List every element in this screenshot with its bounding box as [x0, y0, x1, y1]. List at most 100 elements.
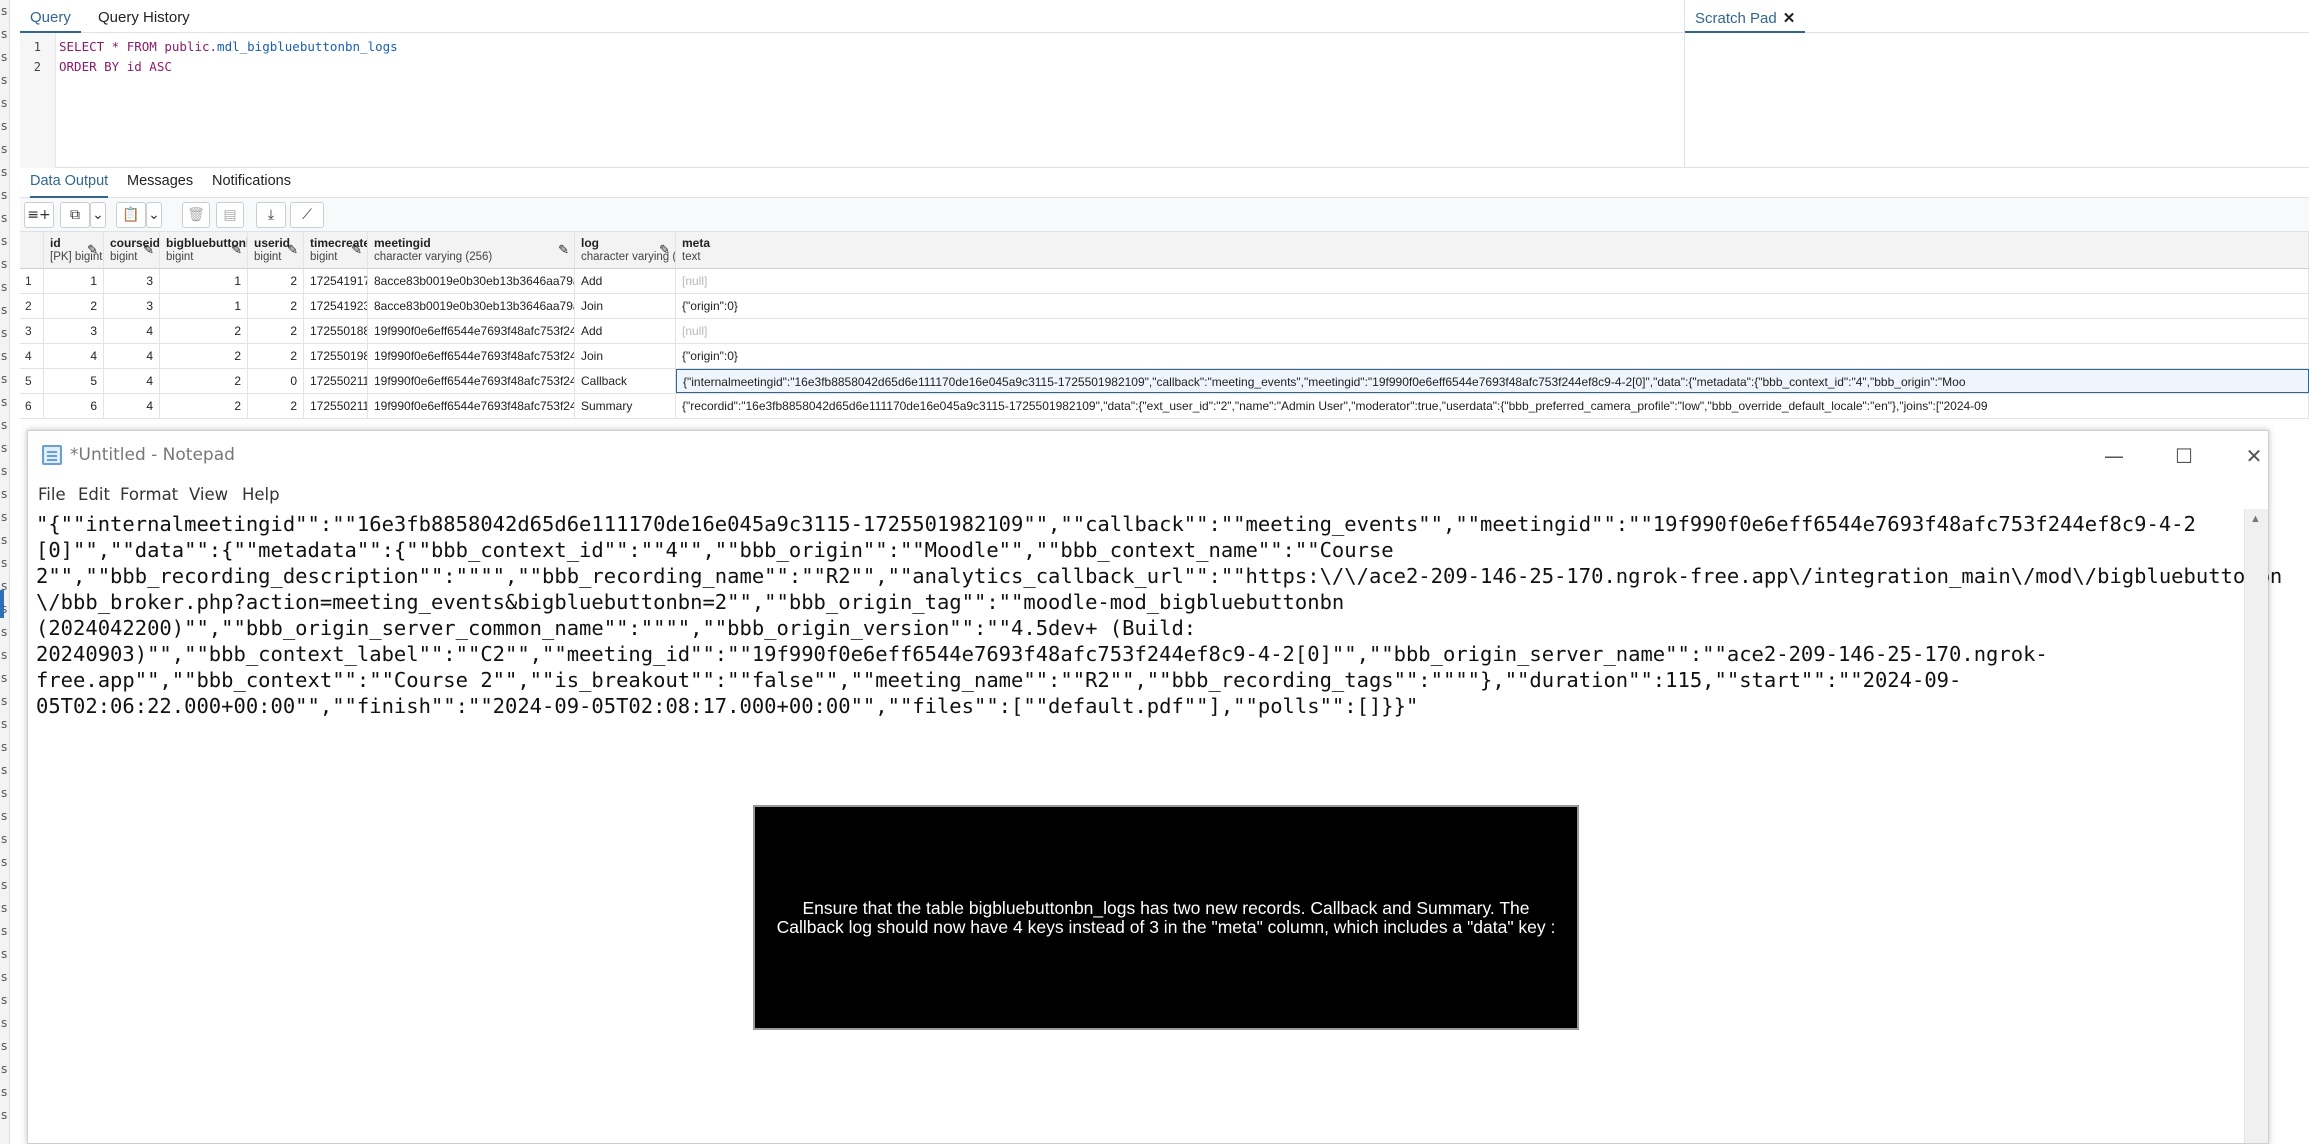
cell-courseid[interactable]: 4 — [104, 319, 160, 343]
menu-edit[interactable]: Edit — [78, 485, 110, 504]
row-number[interactable]: 1 — [20, 269, 44, 293]
column-header-log[interactable]: logcharacter varying (32)✎ — [575, 232, 676, 268]
cell-bbbid[interactable]: 2 — [160, 344, 248, 368]
cell-meetingid[interactable]: 19f990f0e6eff6544e7693f48afc753f244ef8c9… — [368, 369, 575, 393]
scroll-up-icon[interactable]: ▲ — [2250, 513, 2261, 525]
delete-icon[interactable]: 🗑 — [182, 202, 210, 228]
cell-meta[interactable]: {"origin":0} — [676, 294, 2309, 318]
notepad-text-area[interactable]: "{""internalmeetingid"":""16e3fb8858042d… — [36, 511, 2282, 719]
table-row[interactable]: 2231217254192358acce83b0019e0b30eb13b364… — [20, 294, 2309, 319]
graph-icon[interactable]: ⟋ — [290, 202, 324, 228]
vertical-scrollbar[interactable]: ▲ — [2244, 509, 2268, 1143]
column-header-bigbluebuttonbnid[interactable]: bigbluebuttonbnidbigint ✎ — [160, 232, 248, 268]
cell-courseid[interactable]: 4 — [104, 394, 160, 418]
cell-time[interactable]: 1725501888 — [304, 319, 368, 343]
cell-meetingid[interactable]: 19f990f0e6eff6544e7693f48afc753f244ef8c9 — [368, 319, 575, 343]
cell-id[interactable]: 5 — [44, 369, 104, 393]
cell-bbbid[interactable]: 1 — [160, 294, 248, 318]
paste-icon[interactable]: 📋 — [116, 202, 146, 228]
tab-query-history[interactable]: Query History — [88, 0, 200, 33]
table-row[interactable]: 33422172550188819f990f0e6eff6544e7693f48… — [20, 319, 2309, 344]
cell-log[interactable]: Callback — [575, 369, 676, 393]
column-header-userid[interactable]: userid bigint ✎ — [248, 232, 304, 268]
cell-id[interactable]: 2 — [44, 294, 104, 318]
copy-icon[interactable]: ⧉ — [60, 202, 90, 228]
table-row[interactable]: 1131217254191758acce83b0019e0b30eb13b364… — [20, 269, 2309, 294]
cell-bbbid[interactable]: 1 — [160, 269, 248, 293]
cell-meetingid[interactable]: 8acce83b0019e0b30eb13b3646aa79a339d6b791… — [368, 294, 575, 318]
cell-time[interactable]: 1725502114 — [304, 394, 368, 418]
notepad-titlebar[interactable]: *Untitled - Notepad — ☐ ✕ — [28, 431, 2268, 481]
cell-id[interactable]: 6 — [44, 394, 104, 418]
cell-meta[interactable]: [null] — [676, 319, 2309, 343]
cell-userid[interactable]: 2 — [248, 344, 304, 368]
cell-log[interactable]: Summary — [575, 394, 676, 418]
menu-help[interactable]: Help — [242, 485, 280, 504]
cell-meetingid[interactable]: 8acce83b0019e0b30eb13b3646aa79a339d6b791 — [368, 269, 575, 293]
cell-log[interactable]: Join — [575, 294, 676, 318]
edit-column-icon[interactable]: ✎ — [659, 242, 670, 258]
cell-userid[interactable]: 2 — [248, 319, 304, 343]
edit-column-icon[interactable]: ✎ — [231, 242, 242, 258]
minimize-icon[interactable]: — — [2094, 441, 2134, 471]
cell-id[interactable]: 4 — [44, 344, 104, 368]
close-icon[interactable]: ✕ — [2234, 441, 2274, 471]
cell-log[interactable]: Join — [575, 344, 676, 368]
cell-userid[interactable]: 2 — [248, 394, 304, 418]
column-header-timecreated[interactable]: timecreatedbigint✎ — [304, 232, 368, 268]
edit-column-icon[interactable]: ✎ — [558, 242, 569, 258]
cell-log[interactable]: Add — [575, 319, 676, 343]
row-number[interactable]: 3 — [20, 319, 44, 343]
cell-meta[interactable]: {"origin":0} — [676, 344, 2309, 368]
maximize-icon[interactable]: ☐ — [2164, 441, 2204, 471]
edit-column-icon[interactable]: ✎ — [143, 242, 154, 258]
table-row[interactable]: 55420172550211419f990f0e6eff6544e7693f48… — [20, 369, 2309, 394]
cell-meta[interactable]: [null] — [676, 269, 2309, 293]
edit-column-icon[interactable]: ✎ — [87, 242, 98, 258]
cell-meetingid[interactable]: 19f990f0e6eff6544e7693f48afc753f244ef8c9… — [368, 394, 575, 418]
edit-column-icon[interactable]: ✎ — [287, 242, 298, 258]
row-number[interactable]: 5 — [20, 369, 44, 393]
row-number[interactable]: 2 — [20, 294, 44, 318]
cell-id[interactable]: 1 — [44, 269, 104, 293]
column-header-courseid[interactable]: courseid bigint ✎ — [104, 232, 160, 268]
cell-userid[interactable]: 2 — [248, 294, 304, 318]
cell-bbbid[interactable]: 2 — [160, 394, 248, 418]
cell-courseid[interactable]: 3 — [104, 294, 160, 318]
cell-meta[interactable]: {"recordid":"16e3fb8858042d65d6e111170de… — [676, 394, 2309, 418]
cell-userid[interactable]: 0 — [248, 369, 304, 393]
cell-courseid[interactable]: 4 — [104, 344, 160, 368]
cell-log[interactable]: Add — [575, 269, 676, 293]
sql-editor[interactable]: 1 2 SELECT * FROM public.mdl_bigbluebutt… — [20, 33, 1684, 168]
column-header-meta[interactable]: meta text — [676, 232, 2309, 268]
tab-messages[interactable]: Messages — [127, 168, 193, 198]
tab-notifications[interactable]: Notifications — [212, 168, 291, 198]
menu-view[interactable]: View — [189, 485, 228, 504]
row-number-header[interactable] — [20, 232, 44, 268]
cell-courseid[interactable]: 3 — [104, 269, 160, 293]
tab-scratch-pad[interactable]: Scratch Pad ✕ — [1685, 0, 1806, 33]
chevron-down-icon[interactable]: ⌄ — [90, 202, 106, 228]
tab-query[interactable]: Query — [20, 0, 81, 33]
cell-courseid[interactable]: 4 — [104, 369, 160, 393]
close-icon[interactable]: ✕ — [1783, 10, 1796, 27]
menu-file[interactable]: File — [38, 485, 66, 504]
cell-meta[interactable]: {"internalmeetingid":"16e3fb8858042d65d6… — [676, 369, 2309, 393]
save-data-icon[interactable]: ▤ — [216, 202, 244, 228]
cell-userid[interactable]: 2 — [248, 269, 304, 293]
table-row[interactable]: 66422172550211419f990f0e6eff6544e7693f48… — [20, 394, 2309, 419]
cell-id[interactable]: 3 — [44, 319, 104, 343]
cell-time[interactable]: 1725502114 — [304, 369, 368, 393]
menu-format[interactable]: Format — [120, 485, 178, 504]
cell-time[interactable]: 1725419235 — [304, 294, 368, 318]
edit-column-icon[interactable]: ✎ — [351, 242, 362, 258]
scratch-pad-area[interactable] — [1684, 33, 2309, 168]
cell-bbbid[interactable]: 2 — [160, 369, 248, 393]
column-header-id[interactable]: id [PK] bigint ✎ — [44, 232, 104, 268]
cell-time[interactable]: 1725501983 — [304, 344, 368, 368]
cell-bbbid[interactable]: 2 — [160, 319, 248, 343]
download-icon[interactable]: ⤓ — [256, 202, 286, 228]
tab-data-output[interactable]: Data Output — [30, 168, 109, 198]
cell-meetingid[interactable]: 19f990f0e6eff6544e7693f48afc753f244ef8c9… — [368, 344, 575, 368]
cell-time[interactable]: 1725419175 — [304, 269, 368, 293]
